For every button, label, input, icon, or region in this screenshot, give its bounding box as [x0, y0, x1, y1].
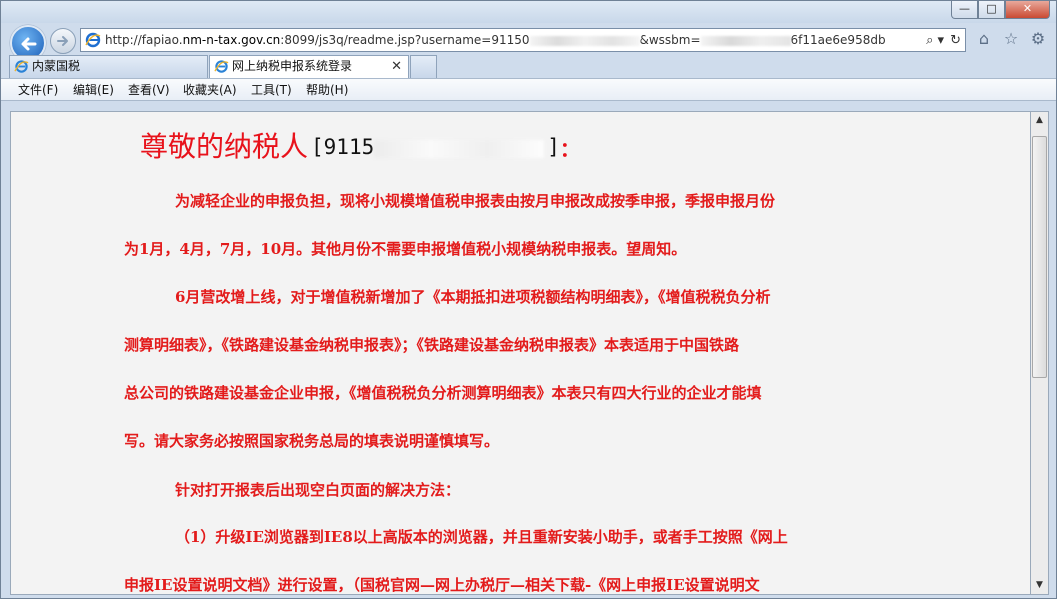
close-window-button[interactable]: ✕ — [1005, 1, 1050, 19]
vertical-scrollbar[interactable]: ▲ ▼ — [1031, 111, 1049, 595]
notice-line: （1）升级IE浏览器到IE8以上高版本的浏览器，并且重新安装小助手，或者手工按照… — [175, 528, 788, 546]
back-arrow-icon — [21, 37, 37, 51]
url-redaction-2 — [700, 35, 791, 46]
url-param: &wssbm= — [639, 33, 701, 47]
window-controls: — □ ✕ — [951, 1, 1050, 19]
tab-tax-login[interactable]: 网上纳税申报系统登录 ✕ — [209, 55, 409, 78]
greeting-title: 尊敬的纳税人 — [140, 130, 309, 163]
menu-help[interactable]: 帮助(H) — [306, 79, 348, 101]
tab-neimeng-guoshui[interactable]: 内蒙国税 — [9, 55, 208, 78]
forward-arrow-icon — [57, 36, 68, 46]
menu-edit[interactable]: 编辑(E) — [73, 79, 114, 101]
greeting-colon: ： — [559, 137, 580, 161]
notice-line: 为减轻企业的申报负担，现将小规模增值税申报表由按月申报改成按季申报，季报申报月份 — [175, 192, 776, 210]
tab-label: 内蒙国税 — [32, 59, 81, 73]
ie-logo-icon — [14, 60, 29, 73]
notice-line: 申报IE设置说明文档》进行设置，（国税官网—网上办税厅—相关下载-《网上申报IE… — [124, 576, 760, 594]
search-dropdown-icon[interactable]: ⌕ ▾ — [926, 33, 944, 48]
url-path: :8099/js3q/readme.jsp?username=91150 — [280, 33, 530, 47]
url-domain: nm-n-tax.gov.cn — [182, 33, 281, 47]
close-tab-icon[interactable]: ✕ — [391, 56, 402, 77]
menu-tools[interactable]: 工具(T) — [251, 79, 292, 101]
menu-file[interactable]: 文件(F) — [18, 79, 58, 101]
notice-line: 总公司的铁路建设基金企业申报，《增值税税负分析测算明细表》本表只有四大行业的企业… — [124, 384, 762, 402]
notice-line: 6月营改增上线，对于增值税新增加了《本期抵扣进项税额结构明细表》，《增值税税负分… — [175, 288, 771, 306]
navigation-bar: http://fapiao.nm-n-tax.gov.cn:8099/js3q/… — [1, 21, 1056, 61]
greeting-heading: 尊敬的纳税人 [9115]： — [140, 125, 580, 165]
home-icon[interactable]: ⌂ — [975, 30, 993, 48]
refresh-icon[interactable]: ↻ — [950, 33, 961, 48]
ie-logo-icon — [214, 60, 229, 73]
notice-line: 针对打开报表后出现空白页面的解决方法： — [175, 481, 461, 499]
menu-bar: 文件(F) 编辑(E) 查看(V) 收藏夹(A) 工具(T) 帮助(H) — [1, 78, 1056, 101]
url-tail: 6f11ae6e958dbec — [790, 33, 885, 47]
scrollbar-thumb[interactable] — [1032, 136, 1047, 378]
taxpayer-id-open: [9115 — [311, 135, 375, 159]
menu-favorites[interactable]: 收藏夹(A) — [183, 79, 237, 101]
browser-window: — □ ✕ http://fapiao.nm-n-tax.gov.cn:8099… — [0, 0, 1057, 599]
address-bar[interactable]: http://fapiao.nm-n-tax.gov.cn:8099/js3q/… — [80, 28, 966, 52]
notice-line: 测算明细表》，《铁路建设基金纳税申报表》；《铁路建设基金纳税申报表》本表适用于中… — [124, 336, 740, 354]
taxpayer-id-redaction — [374, 140, 545, 158]
browser-toolbar-icons: ⌂ ☆ ⚙ — [975, 30, 1047, 48]
notice-line: 写。请大家务必按照国家税务总局的填表说明谨慎填写。 — [124, 432, 500, 450]
forward-button[interactable] — [50, 28, 76, 54]
maximize-button[interactable]: □ — [978, 1, 1005, 19]
title-bar: — □ ✕ — [1, 1, 1056, 23]
minimize-button[interactable]: — — [951, 1, 978, 19]
tab-label: 网上纳税申报系统登录 — [232, 59, 353, 73]
taxpayer-id-close: ] — [547, 135, 560, 159]
gear-icon[interactable]: ⚙ — [1029, 30, 1047, 48]
page-content: 尊敬的纳税人 [9115]： 为减轻企业的申报负担，现将小规模增值税申报表由按月申… — [10, 111, 1031, 595]
scroll-up-arrow-icon[interactable]: ▲ — [1031, 112, 1048, 129]
url-text[interactable]: http://fapiao.nm-n-tax.gov.cn:8099/js3q/… — [105, 31, 885, 49]
notice-line: 为1月，4月，7月，10月。其他月份不需要申报增值税小规模纳税申报表。望周知。 — [124, 240, 687, 258]
new-tab-button[interactable] — [410, 55, 437, 78]
tab-row: 内蒙国税 网上纳税申报系统登录 ✕ — [1, 55, 1056, 78]
ie-logo-icon — [85, 32, 101, 48]
url-redaction — [529, 35, 640, 46]
address-tools: ⌕ ▾ ↻ — [926, 31, 961, 49]
star-icon[interactable]: ☆ — [1002, 30, 1020, 48]
menu-view[interactable]: 查看(V) — [128, 79, 170, 101]
url-prefix: http://fapiao. — [105, 33, 183, 47]
scroll-down-arrow-icon[interactable]: ▼ — [1031, 577, 1048, 594]
